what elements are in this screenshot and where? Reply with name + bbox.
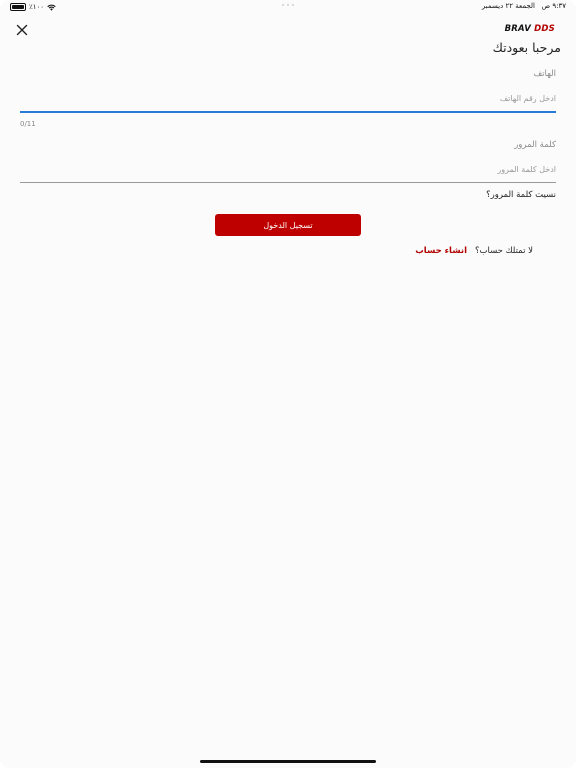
signup-row: لا تمتلك حساب؟ انشاء حساب (415, 246, 533, 256)
phone-input[interactable] (20, 87, 556, 109)
battery-icon (10, 3, 26, 11)
signup-prompt: لا تمتلك حساب؟ (474, 246, 533, 256)
home-indicator[interactable] (200, 760, 376, 763)
phone-label: الهاتف (533, 69, 556, 79)
logo-accent: DDS (534, 24, 555, 34)
status-datetime: ٩:٣٧ ص الجمعة ٢٢ ديسمبر (482, 2, 566, 10)
login-button[interactable]: تسجيل الدخول (215, 214, 361, 236)
logo-main: BRAV (504, 24, 531, 34)
status-time: ٩:٣٧ ص (541, 2, 566, 10)
phone-char-counter: 0/11 (20, 120, 36, 128)
password-input[interactable] (20, 158, 556, 180)
battery-percent: ٪١٠٠ (29, 3, 45, 11)
brand-logo: BRAV DDS (505, 24, 555, 34)
close-button[interactable] (14, 22, 30, 38)
app-screen: ٩:٣٧ ص الجمعة ٢٢ ديسمبر ٪١٠٠ BRAV DDS مر… (0, 0, 576, 768)
status-bar: ٩:٣٧ ص الجمعة ٢٢ ديسمبر ٪١٠٠ (0, 0, 576, 14)
multitasking-dots[interactable] (282, 4, 294, 6)
password-label: كلمة المرور (514, 140, 556, 150)
page-title: مرحبا بعودتك (492, 40, 561, 55)
phone-underline (20, 111, 556, 113)
forgot-password-link[interactable]: نسيت كلمة المرور؟ (486, 190, 556, 200)
wifi-icon (47, 4, 56, 11)
status-indicators: ٪١٠٠ (10, 3, 56, 11)
status-date: الجمعة ٢٢ ديسمبر (481, 2, 535, 10)
create-account-link[interactable]: انشاء حساب (415, 246, 467, 256)
close-icon (16, 24, 28, 36)
password-underline (20, 182, 556, 183)
